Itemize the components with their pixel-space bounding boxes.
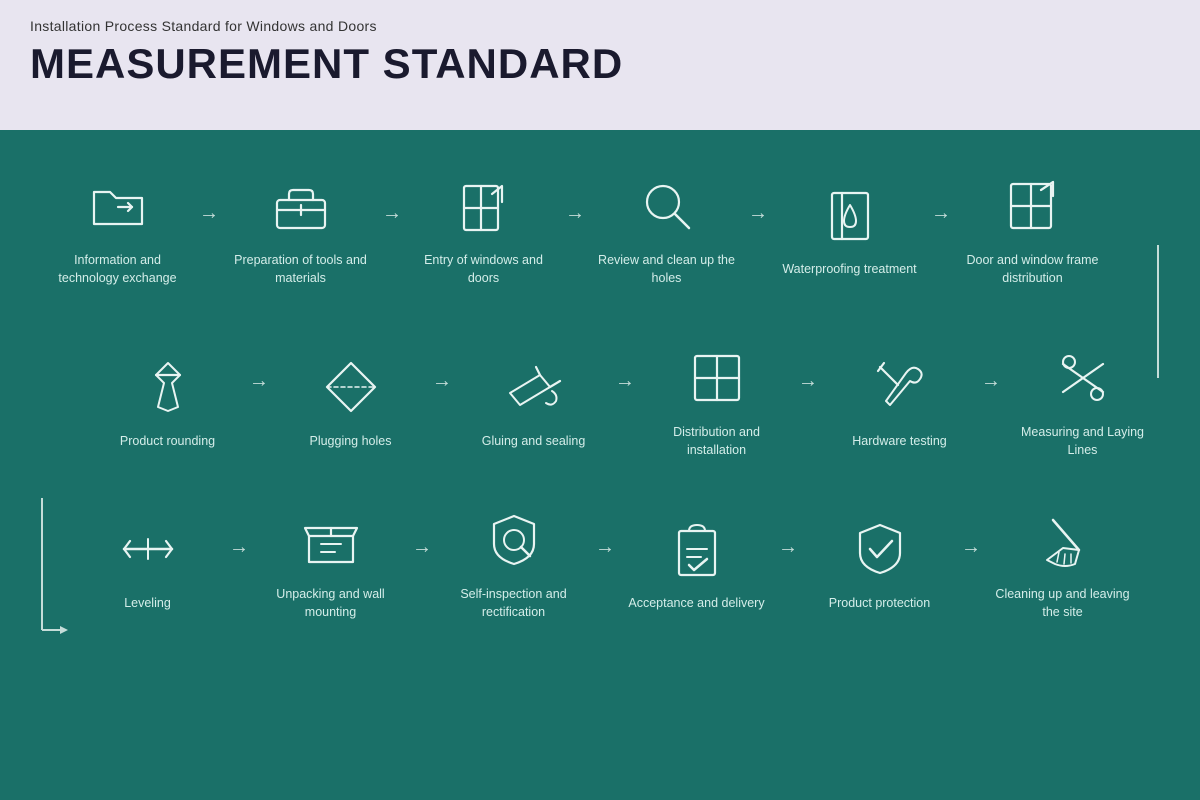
- label-acceptance: Acceptance and delivery: [628, 595, 764, 613]
- step-measuring: Measuring and Laying Lines: [1005, 342, 1160, 459]
- main-content: Information and technology exchange → Pr…: [0, 130, 1200, 800]
- label-hardware: Hardware testing: [852, 433, 947, 451]
- step-unpacking: Unpacking and wall mounting: [253, 504, 408, 621]
- label-gluing: Gluing and sealing: [482, 433, 586, 451]
- arrow-2: →: [378, 202, 406, 225]
- icon-rounding: [132, 351, 204, 423]
- label-plugging: Plugging holes: [309, 433, 391, 451]
- arrow-7: ←: [794, 374, 822, 397]
- label-rounding: Product rounding: [120, 433, 215, 451]
- label-waterproofing: Waterproofing treatment: [782, 261, 916, 279]
- icon-review-holes: [631, 170, 703, 242]
- arrow-12: →: [408, 536, 436, 559]
- label-distribution: Distribution and installation: [647, 424, 787, 459]
- arrow-10: ←: [245, 374, 273, 397]
- icon-unpacking: [295, 504, 367, 576]
- arrow-5: →: [927, 202, 955, 225]
- header: Installation Process Standard for Window…: [0, 0, 1200, 130]
- label-review-holes: Review and clean up the holes: [597, 252, 737, 287]
- step-gluing: Gluing and sealing: [456, 351, 611, 451]
- step-rounding: Product rounding: [90, 351, 245, 451]
- step-info-exchange: Information and technology exchange: [40, 170, 195, 287]
- icon-info-exchange: [82, 170, 154, 242]
- arrow-15: →: [957, 536, 985, 559]
- icon-leveling: [112, 513, 184, 585]
- step-plugging: Plugging holes: [273, 351, 428, 451]
- label-unpacking: Unpacking and wall mounting: [261, 586, 401, 621]
- step-cleanup: Cleaning up and leaving the site: [985, 504, 1140, 621]
- row-3: Leveling → Unpacking and wall mounting →: [40, 504, 1160, 621]
- icon-entry-windows: [448, 170, 520, 242]
- icon-waterproofing: [814, 179, 886, 251]
- icon-tools-prep: [265, 170, 337, 242]
- step-acceptance: Acceptance and delivery: [619, 513, 774, 613]
- arrow-6: ←: [977, 374, 1005, 397]
- row-1: Information and technology exchange → Pr…: [40, 170, 1160, 287]
- step-tools-prep: Preparation of tools and materials: [223, 170, 378, 287]
- step-entry-windows: Entry of windows and doors: [406, 170, 561, 287]
- step-waterproofing: Waterproofing treatment: [772, 179, 927, 279]
- step-hardware: Hardware testing: [822, 351, 977, 451]
- step-distribution: Distribution and installation: [639, 342, 794, 459]
- icon-measuring: [1047, 342, 1119, 414]
- header-subtitle: Installation Process Standard for Window…: [30, 18, 1170, 34]
- icon-hardware: [864, 351, 936, 423]
- arrow-13: →: [591, 536, 619, 559]
- label-leveling: Leveling: [124, 595, 171, 613]
- icon-acceptance: [661, 513, 733, 585]
- label-measuring: Measuring and Laying Lines: [1013, 424, 1153, 459]
- label-protection: Product protection: [829, 595, 930, 613]
- step-frame-dist: Door and window frame distribution: [955, 170, 1110, 287]
- step-leveling: Leveling: [70, 513, 225, 613]
- icon-cleanup: [1027, 504, 1099, 576]
- header-title: MEASUREMENT STANDARD: [30, 40, 1170, 88]
- arrow-11: →: [225, 536, 253, 559]
- arrow-9: ←: [428, 374, 456, 397]
- arrow-3: →: [561, 202, 589, 225]
- label-entry-windows: Entry of windows and doors: [414, 252, 554, 287]
- step-self-inspect: Self-inspection and rectification: [436, 504, 591, 621]
- icon-gluing: [498, 351, 570, 423]
- arrow-4: →: [744, 202, 772, 225]
- step-review-holes: Review and clean up the holes: [589, 170, 744, 287]
- row-2: Measuring and Laying Lines ← Hardware te…: [40, 342, 1160, 459]
- icon-self-inspect: [478, 504, 550, 576]
- step-protection: Product protection: [802, 513, 957, 613]
- arrow-1: →: [195, 202, 223, 225]
- label-frame-dist: Door and window frame distribution: [963, 252, 1103, 287]
- label-info-exchange: Information and technology exchange: [48, 252, 188, 287]
- arrow-14: →: [774, 536, 802, 559]
- icon-frame-dist: [997, 170, 1069, 242]
- icon-plugging: [315, 351, 387, 423]
- label-tools-prep: Preparation of tools and materials: [231, 252, 371, 287]
- label-cleanup: Cleaning up and leaving the site: [993, 586, 1133, 621]
- arrow-8: ←: [611, 374, 639, 397]
- icon-protection: [844, 513, 916, 585]
- label-self-inspect: Self-inspection and rectification: [444, 586, 584, 621]
- icon-distribution: [681, 342, 753, 414]
